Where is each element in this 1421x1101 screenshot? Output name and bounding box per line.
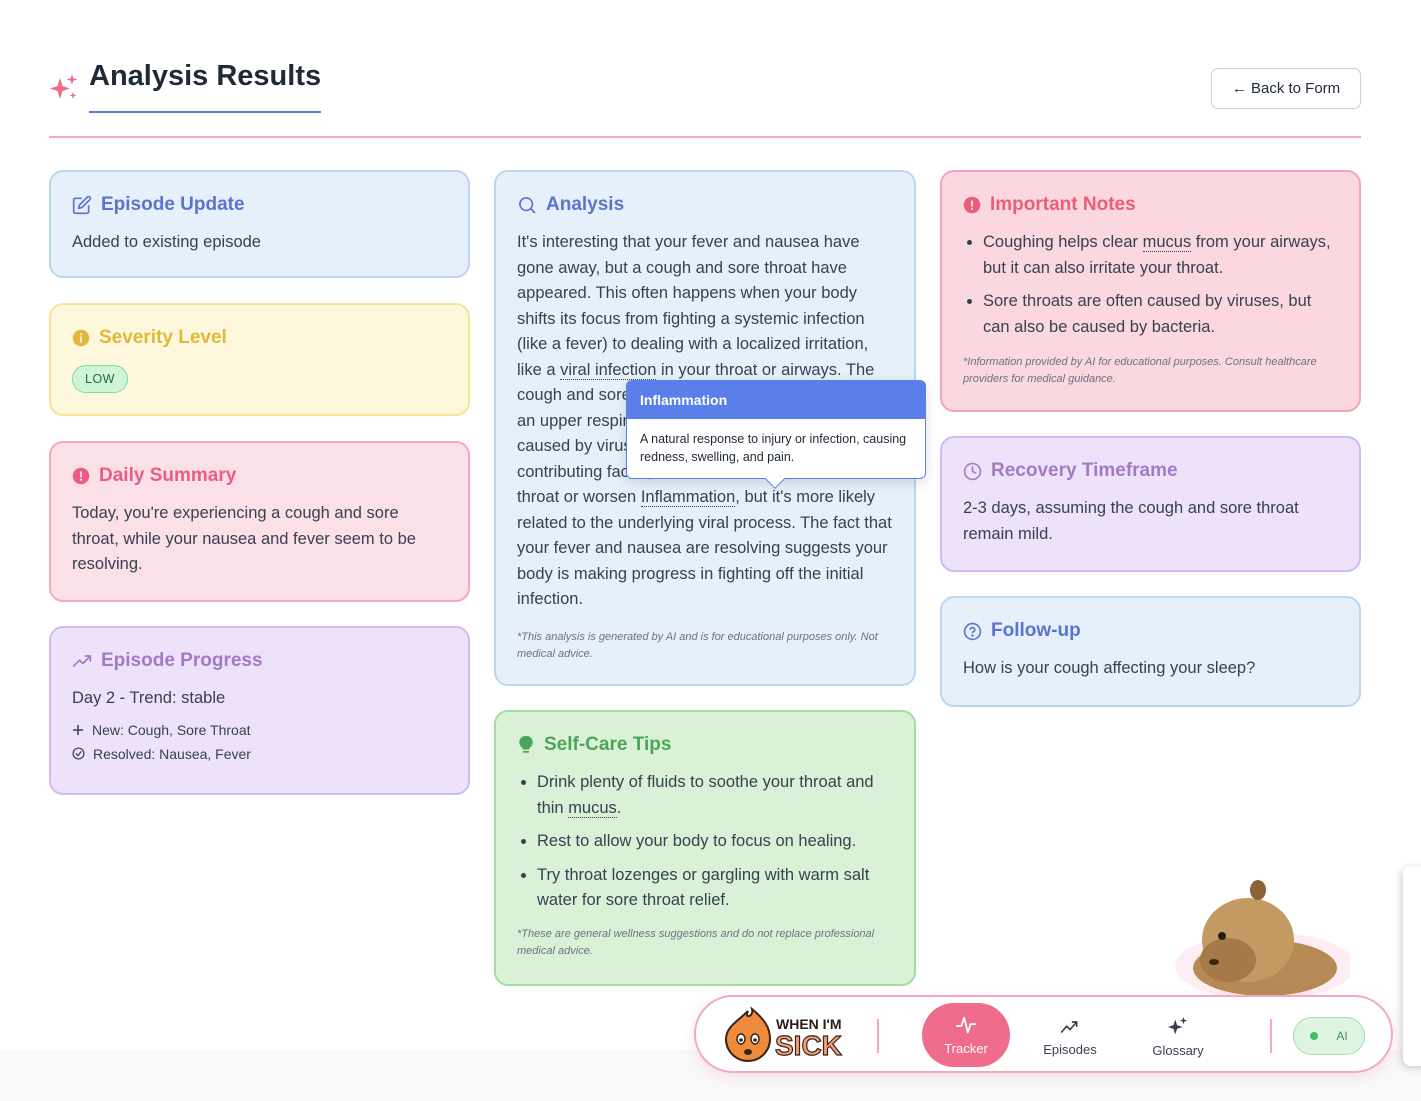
when-im-sick-logo: WHEN I'M SICK [724,1006,843,1062]
clock-icon [963,462,982,480]
trending-icon [1060,1021,1078,1033]
sparkles-icon [50,74,78,99]
recovery-title: Recovery Timeframe [991,460,1178,481]
alert-circle-icon [963,196,981,214]
recovery-text: 2-3 days, assuming the cough and sore th… [963,499,1299,543]
severity-badge: LOW [72,365,128,393]
episode-update-title: Episode Update [101,194,245,215]
important-notes-card: Important Notes Coughing helps clear muc… [940,170,1361,412]
episode-progress-title: Episode Progress [101,650,263,671]
ai-toggle[interactable]: AI [1293,1017,1365,1055]
list-item: Coughing helps clear mucus from your air… [983,230,1339,281]
list-item: Try throat lozenges or gargling with war… [537,863,894,914]
search-icon [519,197,536,214]
daily-summary-text: Today, you're experiencing a cough and s… [72,504,416,573]
important-notes-title: Important Notes [990,194,1136,215]
ai-toggle-label: AI [1336,1029,1348,1043]
tooltip-title: Inflammation [627,381,925,419]
glossary-term-mucus[interactable]: mucus [1142,233,1192,252]
tooltip-text: A natural response to injury or infectio… [640,432,907,464]
activity-icon [955,1016,977,1034]
list-item: Rest to allow your body to focus on heal… [537,829,894,855]
ai-status-dot [1310,1032,1319,1040]
analysis-title: Analysis [546,194,625,215]
important-notes-disclaimer: *Information provided by AI for educatio… [963,356,1317,385]
recovery-card: Recovery Timeframe 2-3 days, assuming th… [940,436,1361,572]
episode-update-text: Added to existing episode [72,233,261,251]
severity-card: Severity Level LOW [49,303,470,416]
svg-text:SICK: SICK [775,1030,842,1061]
bottom-nav: WHEN I'M SICK Tracker Episodes Glossary … [694,995,1393,1073]
daily-summary-title: Daily Summary [99,465,237,486]
help-circle-icon [963,622,982,640]
nav-tracker[interactable]: Tracker [922,1003,1010,1067]
episode-progress-card: Episode Progress Day 2 - Trend: stable N… [49,626,470,795]
capybara-mascot [1175,880,1350,996]
episode-update-card: Episode Update Added to existing episode [49,170,470,278]
resolved-symptoms: Resolved: Nausea, Fever [93,745,251,762]
list-item: Drink plenty of fluids to soothe your th… [537,770,894,821]
nav-episodes[interactable]: Episodes [1026,1005,1114,1069]
self-care-card: Self-Care Tips Drink plenty of fluids to… [494,710,916,986]
self-care-disclaimer: *These are general wellness suggestions … [517,927,875,957]
nav-divider [1270,1019,1272,1053]
nav-divider [877,1019,879,1053]
lightbulb-icon [519,735,533,753]
daily-summary-card: Daily Summary Today, you're experiencing… [49,441,470,602]
list-item: Sore throats are often caused by viruses… [983,289,1339,340]
glossary-tooltip: Inflammation A natural response to injur… [626,380,926,489]
glossary-term-viral-infection[interactable]: viral infection [560,360,657,380]
severity-title: Severity Level [99,327,227,348]
edit-icon [72,195,92,215]
page-title: Analysis Results [89,60,322,113]
glossary-term-inflammation[interactable]: Inflammation [640,488,736,507]
followup-text: How is your cough affecting your sleep? [963,659,1256,677]
important-notes-list: Coughing helps clear mucus from your air… [963,230,1339,340]
side-panel-edge [1403,866,1421,1066]
new-symptoms: New: Cough, Sore Throat [92,721,251,738]
info-icon [72,329,90,347]
followup-card: Follow-up How is your cough affecting yo… [940,596,1361,707]
sparkles-icon [1167,1016,1188,1035]
episode-day-trend: Day 2 - Trend: stable [72,689,226,707]
analysis-disclaimer: *This analysis is generated by AI and is… [517,630,878,660]
plus-icon [73,724,83,735]
followup-title: Follow-up [991,620,1081,641]
page-header: Analysis Results ← Back to Form [49,58,1361,138]
nav-glossary[interactable]: Glossary [1134,1005,1222,1069]
check-circle-icon [72,747,85,760]
back-to-form-button[interactable]: ← Back to Form [1211,68,1361,109]
glossary-term-mucus[interactable]: mucus [568,798,617,818]
self-care-title: Self-Care Tips [544,734,672,755]
self-care-list: Drink plenty of fluids to soothe your th… [517,770,894,914]
alert-circle-icon [72,467,90,485]
trending-up-icon [72,655,92,667]
